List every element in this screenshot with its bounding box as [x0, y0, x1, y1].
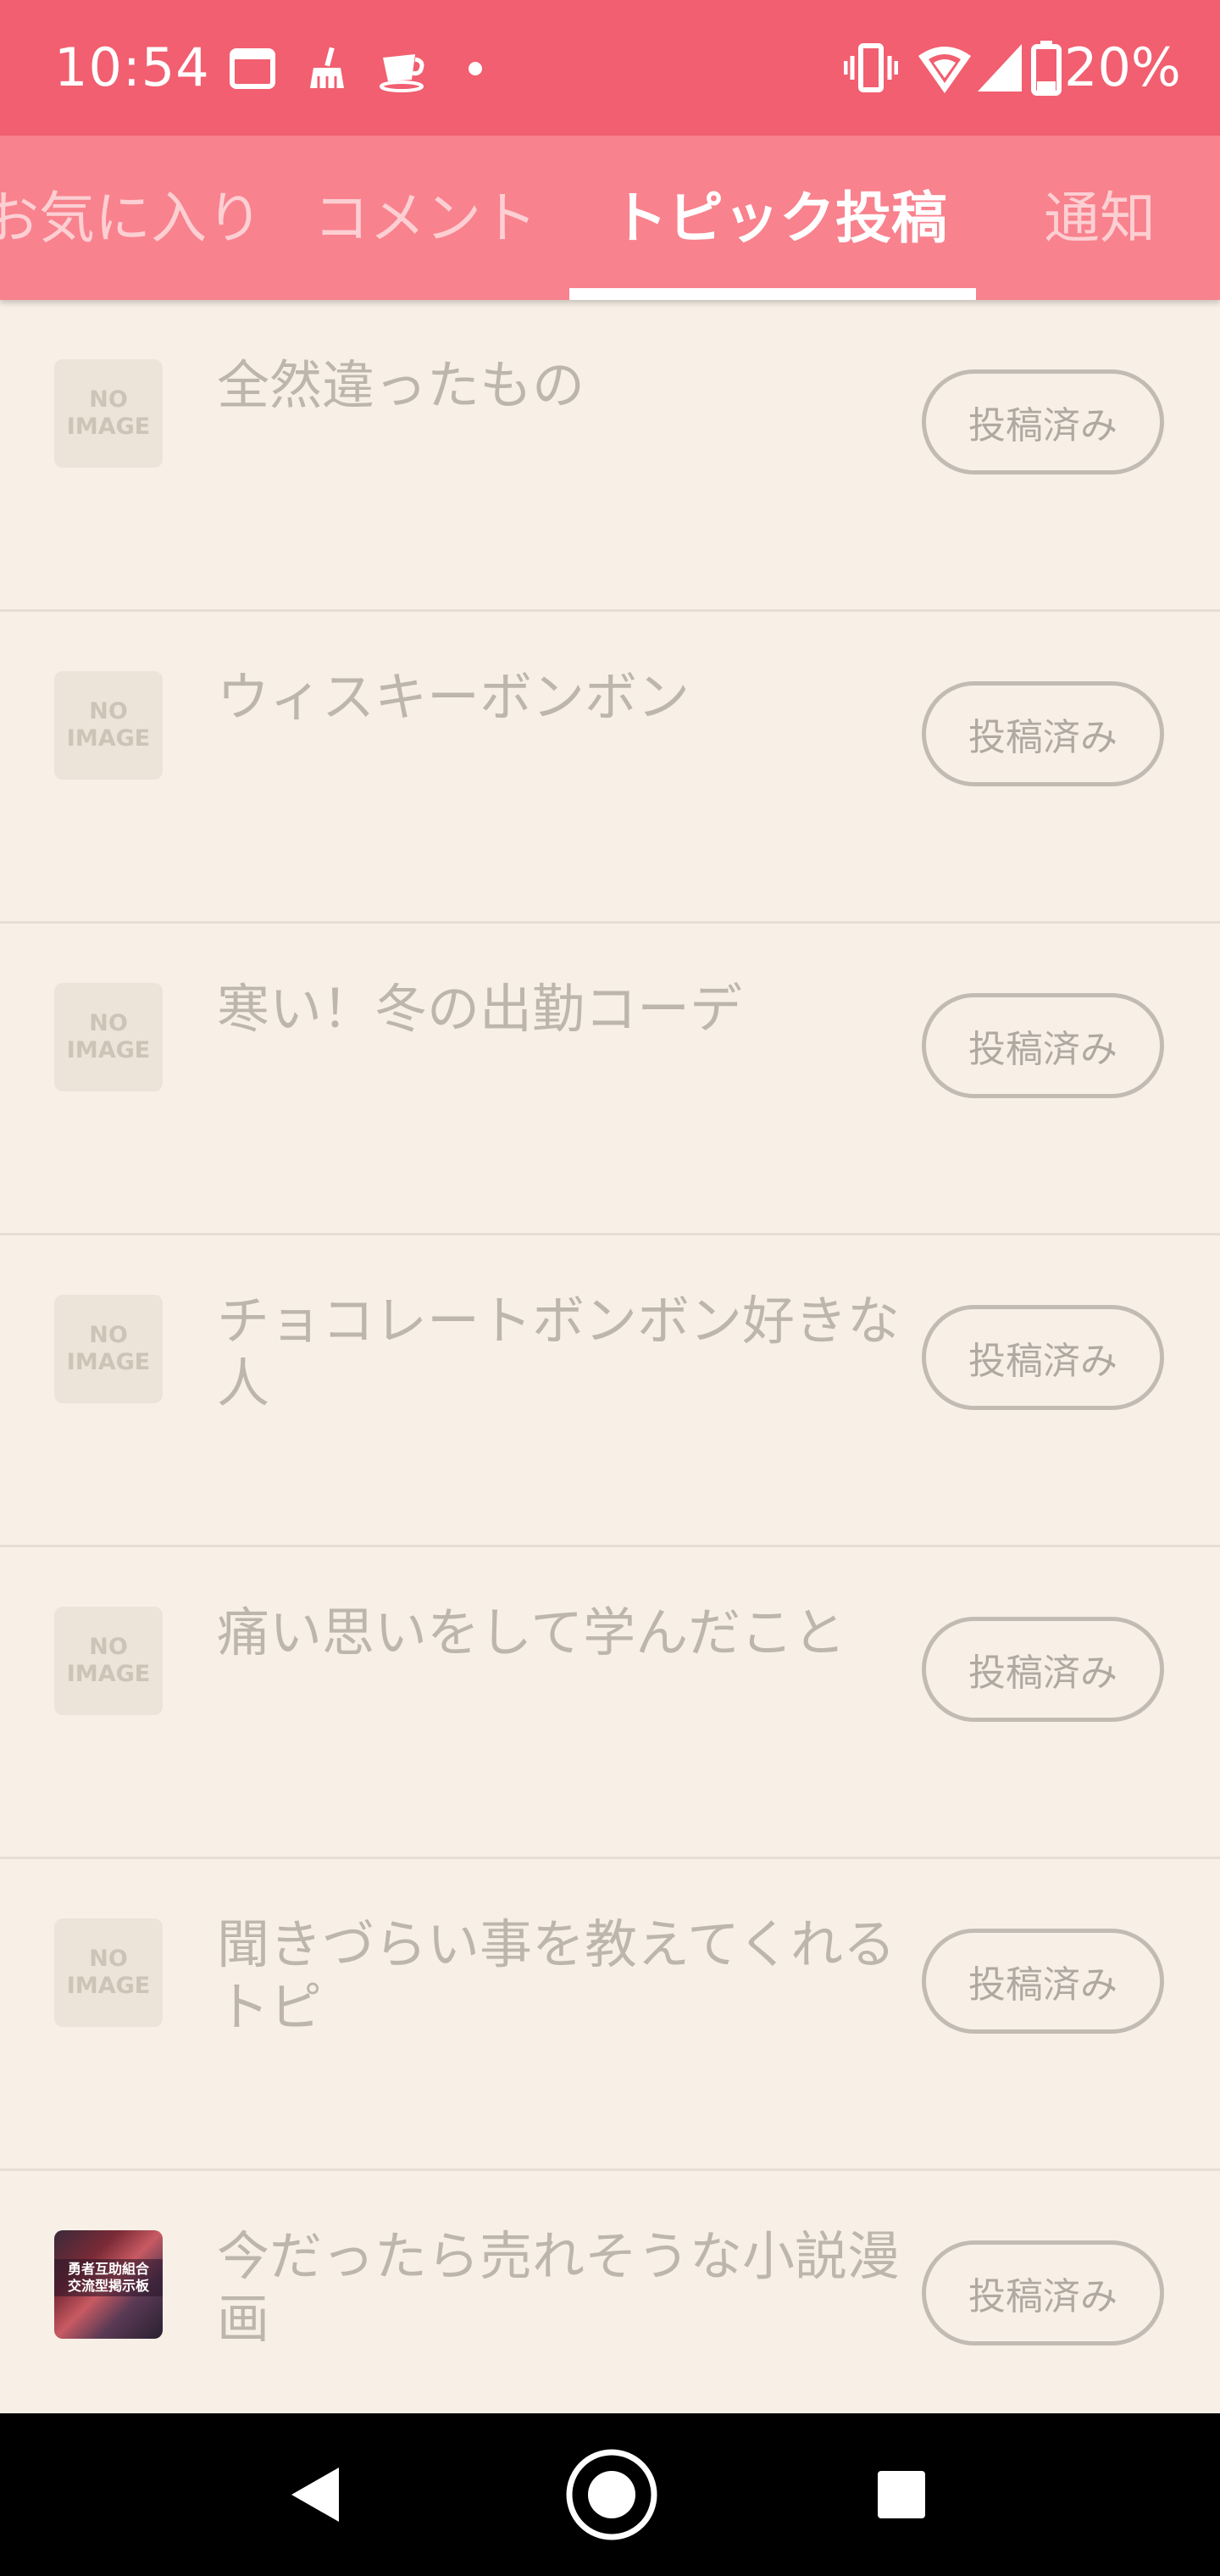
posted-badge: 投稿済み: [922, 1929, 1164, 2034]
home-icon[interactable]: [564, 2447, 659, 2542]
posted-badge: 投稿済み: [922, 1305, 1164, 1410]
vibrate-icon: [844, 43, 898, 92]
dot-icon: [469, 62, 482, 75]
teacup-icon: [380, 54, 424, 92]
posted-badge: 投稿済み: [922, 1617, 1164, 1722]
topic-list: NO IMAGE 全然違ったもの 投稿済み NO IMAGE ウィスキーボンボン…: [0, 300, 1220, 2483]
list-item[interactable]: NO IMAGE チョコレートボンボン好きな人 投稿済み: [0, 1235, 1220, 1547]
battery-icon: [1031, 41, 1062, 96]
recents-icon[interactable]: [859, 2452, 944, 2537]
status-bar: 10:54 20%: [0, 0, 1220, 136]
topic-title: 今だったら売れそうな小説漫画: [217, 2225, 901, 2350]
topic-thumbnail-image: 勇者互助組合 交流型掲示板: [54, 2230, 163, 2339]
no-image-thumbnail: NO IMAGE: [54, 1295, 163, 1403]
list-item[interactable]: NO IMAGE ウィスキーボンボン 投稿済み: [0, 612, 1220, 924]
list-item[interactable]: NO IMAGE 聞きづらい事を教えてくれるトピ 投稿済み: [0, 1859, 1220, 2171]
tab-topic-posts[interactable]: トピック投稿: [612, 185, 947, 253]
signal-icon: [978, 44, 1022, 92]
no-image-thumbnail: NO IMAGE: [54, 983, 163, 1091]
active-tab-indicator: [569, 288, 976, 300]
posted-badge: 投稿済み: [922, 369, 1164, 475]
no-image-thumbnail: NO IMAGE: [54, 1918, 163, 2027]
back-icon[interactable]: [273, 2452, 358, 2537]
battery-level: 20%: [1064, 36, 1181, 98]
list-item[interactable]: NO IMAGE 寒い！冬の出勤コーデ 投稿済み: [0, 924, 1220, 1235]
topic-title: ウィスキーボンボン: [217, 666, 690, 728]
tab-notifications[interactable]: 通知: [1044, 185, 1156, 253]
wifi-icon: [918, 47, 971, 93]
no-image-thumbnail: NO IMAGE: [54, 359, 163, 468]
no-image-thumbnail: NO IMAGE: [54, 671, 163, 780]
tab-bar: お気に入り コメント トピック投稿 通知: [0, 136, 1220, 300]
list-item[interactable]: NO IMAGE 痛い思いをして学んだこと 投稿済み: [0, 1547, 1220, 1859]
tab-favorites[interactable]: お気に入り: [0, 185, 263, 253]
topic-title: チョコレートボンボン好きな人: [217, 1290, 901, 1414]
broom-icon: [310, 47, 344, 88]
status-time: 10:54: [54, 36, 210, 98]
window-icon: [230, 48, 275, 89]
topic-title: 聞きづらい事を教えてくれるトピ: [217, 1913, 896, 2038]
navigation-bar: [0, 2413, 1220, 2576]
topic-title: 痛い思いをして学んだこと: [217, 1602, 846, 1663]
no-image-thumbnail: NO IMAGE: [54, 1607, 163, 1715]
tab-comments[interactable]: コメント: [313, 185, 537, 253]
list-item[interactable]: NO IMAGE 全然違ったもの 投稿済み: [0, 300, 1220, 612]
topic-title: 全然違ったもの: [217, 354, 585, 416]
posted-badge: 投稿済み: [922, 2240, 1164, 2346]
posted-badge: 投稿済み: [922, 993, 1164, 1098]
posted-badge: 投稿済み: [922, 681, 1164, 786]
topic-title: 寒い！冬の出勤コーデ: [217, 978, 743, 1040]
